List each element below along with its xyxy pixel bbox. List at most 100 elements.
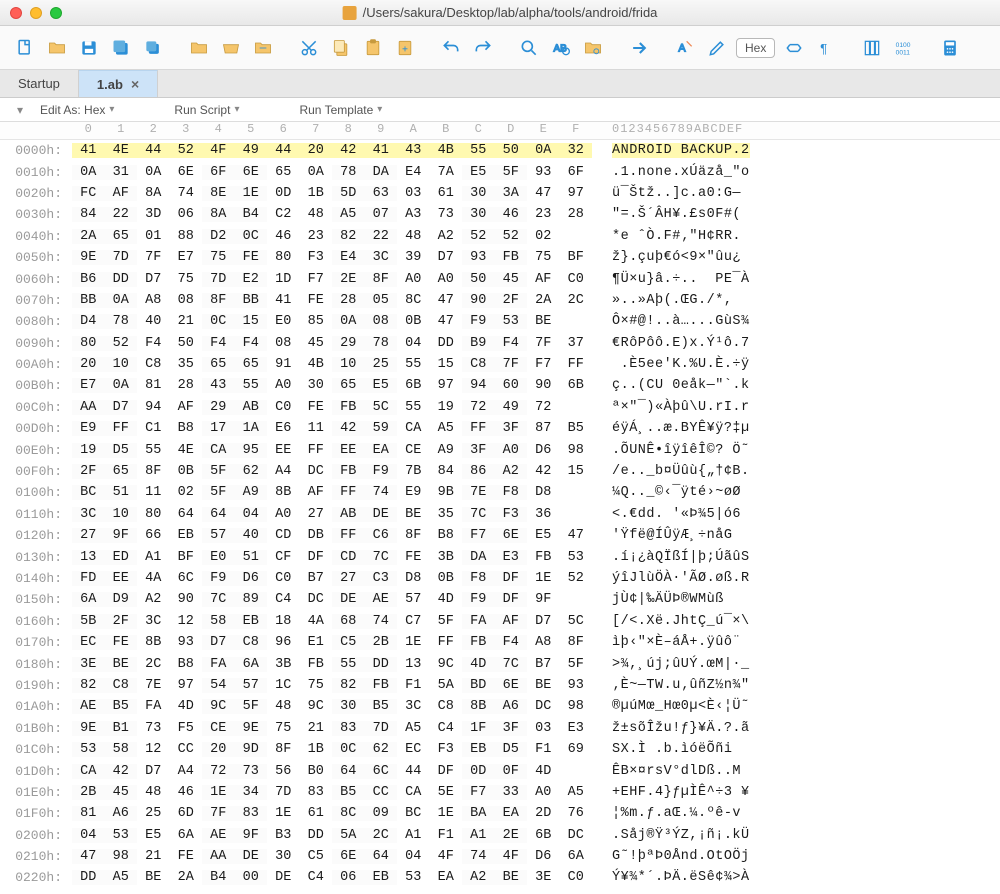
hex-byte[interactable]: 4D	[527, 764, 560, 779]
hex-byte[interactable]: 65	[267, 165, 300, 180]
hex-bytes[interactable]: AEB5FA4D9C5F489C30B53CC88BA6DC98	[72, 699, 592, 714]
hex-byte[interactable]: C4	[430, 721, 463, 736]
hex-byte[interactable]: E1	[300, 635, 333, 650]
hex-byte[interactable]: 4F	[495, 849, 528, 864]
hex-byte[interactable]: 39	[397, 250, 430, 265]
hex-byte[interactable]: DD	[430, 336, 463, 351]
hex-bytes[interactable]: 0A310A6E6F6E650A78DAE47AE55F936F	[72, 165, 592, 180]
hex-byte[interactable]: 0C	[235, 229, 268, 244]
hex-byte[interactable]: 89	[235, 592, 268, 607]
hex-byte[interactable]: 9C	[202, 699, 235, 714]
hex-mode-button[interactable]: Hex	[736, 38, 775, 58]
hex-byte[interactable]: 74	[365, 614, 398, 629]
close-icon[interactable]	[10, 7, 22, 19]
hex-byte[interactable]: C8	[235, 635, 268, 650]
hex-byte[interactable]: 8C	[332, 806, 365, 821]
hex-byte[interactable]: BF	[170, 550, 203, 565]
hex-byte[interactable]: 28	[332, 293, 365, 308]
hex-byte[interactable]: BB	[235, 293, 268, 308]
hex-byte[interactable]: 53	[72, 742, 105, 757]
hex-byte[interactable]: DF	[495, 592, 528, 607]
hex-byte[interactable]: CD	[267, 528, 300, 543]
hex-byte[interactable]: 75	[267, 721, 300, 736]
hex-byte[interactable]: BE	[527, 314, 560, 329]
hex-byte[interactable]: 55	[397, 357, 430, 372]
hex-byte[interactable]: 93	[560, 678, 593, 693]
hex-bytes[interactable]: 2F658F0B5F62A4DCFBF97B8486A24215	[72, 464, 592, 479]
hex-byte[interactable]: B4	[202, 870, 235, 885]
hex-byte[interactable]: BE	[495, 870, 528, 885]
hex-row[interactable]: 0110h:3C1080646404A027ABDEBE357CF336<.€d…	[0, 504, 1000, 525]
new-file-button[interactable]	[10, 33, 40, 63]
hex-byte[interactable]: 5A	[332, 828, 365, 843]
hex-byte[interactable]: 8E	[202, 186, 235, 201]
ascii-text[interactable]: ¶Ü×u}â.÷.. PE¯À	[612, 272, 750, 287]
hex-row[interactable]: 01A0h:AEB5FA4D9C5F489C30B53CC88BA6DC98®µ…	[0, 696, 1000, 717]
hex-byte[interactable]: EB	[235, 614, 268, 629]
hex-byte[interactable]: EA	[365, 443, 398, 458]
hex-bytes[interactable]: BB0AA8088FBB41FE28058C47902F2A2C	[72, 293, 592, 308]
hex-byte[interactable]: 04	[397, 336, 430, 351]
hex-byte[interactable]: 1D	[267, 272, 300, 287]
hex-byte[interactable]: CA	[397, 421, 430, 436]
hex-row[interactable]: 0210h:479821FEAADE30C56E64044F744FD66AG˜…	[0, 846, 1000, 867]
hex-byte[interactable]: E0	[202, 550, 235, 565]
hex-byte[interactable]: 62	[235, 464, 268, 479]
hex-byte[interactable]: 6E	[332, 849, 365, 864]
hex-bytes[interactable]: 9E7D7FE775FE80F3E43C39D793FB75BF	[72, 250, 592, 265]
hex-byte[interactable]: EE	[332, 443, 365, 458]
hex-byte[interactable]: 78	[105, 314, 138, 329]
hex-byte[interactable]: 1B	[300, 742, 333, 757]
hex-byte[interactable]: 4B	[430, 143, 463, 158]
hex-byte[interactable]: A1	[397, 828, 430, 843]
hex-byte[interactable]: CA	[202, 443, 235, 458]
hex-byte[interactable]: 98	[105, 849, 138, 864]
hex-byte[interactable]: D7	[105, 400, 138, 415]
hex-byte[interactable]: 50	[495, 143, 528, 158]
hex-byte[interactable]: 2D	[527, 806, 560, 821]
hex-byte[interactable]: 1E	[235, 186, 268, 201]
hex-byte[interactable]: 7C	[462, 507, 495, 522]
hex-byte[interactable]: E5	[365, 378, 398, 393]
hex-byte[interactable]: 8F	[560, 635, 593, 650]
hex-row[interactable]: 00B0h:E70A81284355A03065E56B979460906Bç.…	[0, 375, 1000, 396]
hex-byte[interactable]: 52	[560, 571, 593, 586]
hex-byte[interactable]: D5	[105, 443, 138, 458]
hex-byte[interactable]: A3	[397, 207, 430, 222]
highlight-button[interactable]: A	[670, 33, 700, 63]
hex-byte[interactable]: 7D	[365, 721, 398, 736]
run-script-dropdown[interactable]: Run Script▾	[174, 103, 239, 117]
hex-byte[interactable]: EE	[105, 571, 138, 586]
hex-byte[interactable]: BE	[137, 870, 170, 885]
hex-byte[interactable]: 64	[170, 507, 203, 522]
hex-byte[interactable]: 65	[105, 464, 138, 479]
hex-bytes[interactable]: 9EB173F5CE9E7521837DA5C41F3F03E3	[72, 721, 592, 736]
hex-byte[interactable]: A2	[462, 870, 495, 885]
hex-byte[interactable]: C0	[560, 870, 593, 885]
hex-byte[interactable]: 91	[267, 357, 300, 372]
hex-bytes[interactable]: 84223D068AB4C248A507A37330462328	[72, 207, 592, 222]
hex-byte[interactable]: 48	[137, 785, 170, 800]
hex-byte[interactable]: CA	[72, 764, 105, 779]
hex-byte[interactable]: A5	[397, 721, 430, 736]
hex-row[interactable]: 0120h:279F66EB5740CDDBFFC68FB8F76EE547'Ÿ…	[0, 525, 1000, 546]
hex-byte[interactable]: 47	[560, 528, 593, 543]
hex-byte[interactable]: 56	[267, 764, 300, 779]
hex-byte[interactable]: 9F	[235, 828, 268, 843]
ascii-text[interactable]: ü¯Štž..]c.a0:G—	[612, 186, 741, 201]
hex-byte[interactable]: 0A	[300, 165, 333, 180]
hex-byte[interactable]: A4	[267, 464, 300, 479]
hex-byte[interactable]: 2F	[72, 464, 105, 479]
hex-byte[interactable]: 20	[300, 143, 333, 158]
hex-byte[interactable]: 40	[235, 528, 268, 543]
hex-byte[interactable]: A9	[430, 443, 463, 458]
hex-byte[interactable]: 28	[560, 207, 593, 222]
hex-byte[interactable]: A0	[267, 378, 300, 393]
hex-byte[interactable]: 76	[560, 806, 593, 821]
hex-byte[interactable]: 7B	[397, 464, 430, 479]
hex-byte[interactable]: 08	[170, 293, 203, 308]
hex-byte[interactable]: 8F	[267, 742, 300, 757]
hex-byte[interactable]: 93	[527, 165, 560, 180]
hex-byte[interactable]: 74	[170, 186, 203, 201]
hex-byte[interactable]: 19	[430, 400, 463, 415]
